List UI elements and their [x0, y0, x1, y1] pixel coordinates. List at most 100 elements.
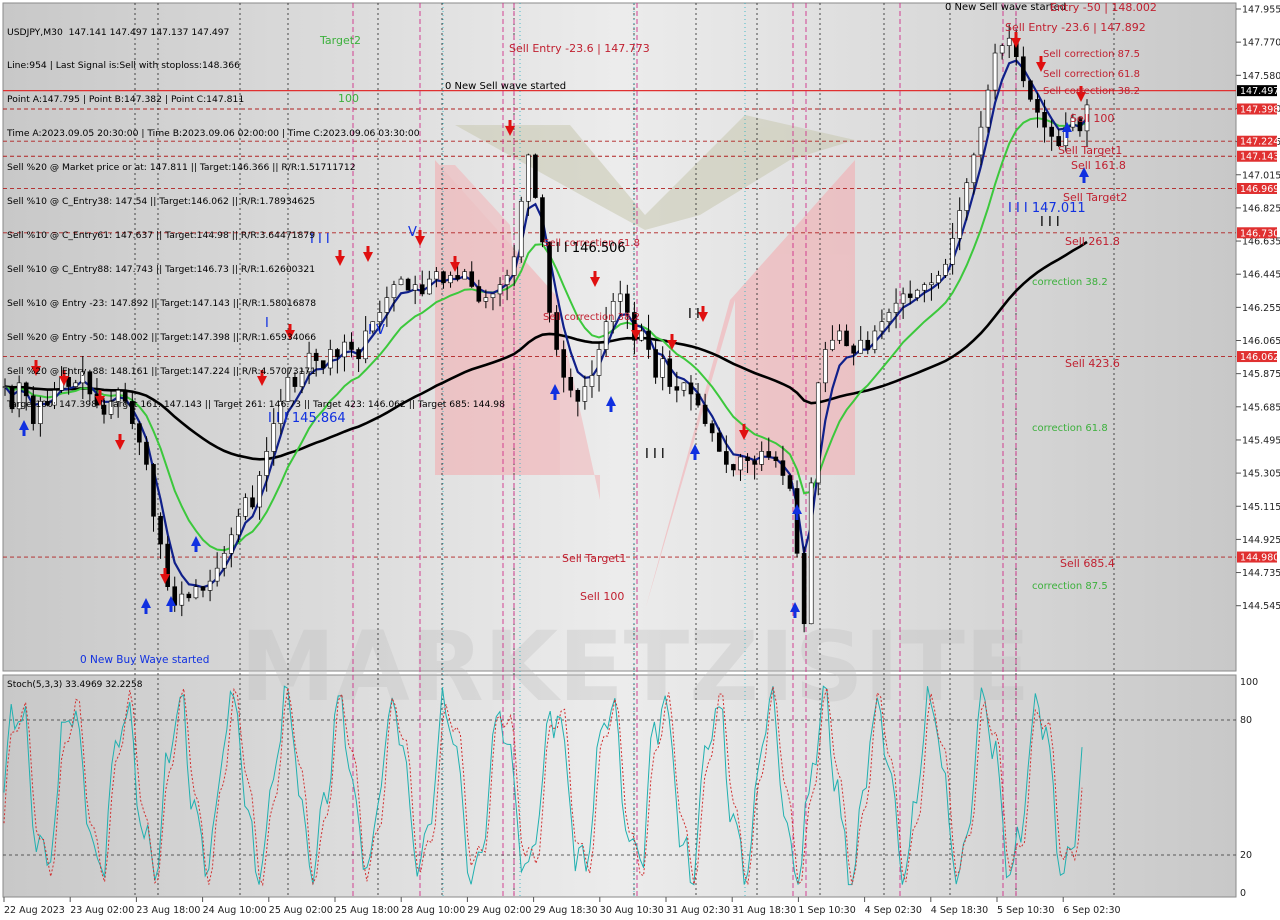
candle-body	[200, 586, 206, 591]
x-tick-label: 6 Sep 02:30	[1063, 905, 1120, 916]
info-line: Sell %10 @ Entry -23: 147.892 || Target:…	[7, 297, 317, 309]
candle-body	[257, 475, 262, 508]
candle-body	[914, 289, 920, 298]
x-tick-label: 31 Aug 02:30	[666, 905, 730, 916]
candle-body	[653, 349, 658, 378]
candle-body	[851, 345, 856, 354]
candle-body	[639, 330, 644, 341]
candle-body	[964, 182, 970, 211]
chart-annotation: Sell 161.8	[1071, 159, 1126, 172]
candle-body	[943, 263, 948, 276]
stoch-tick-label: 100	[1240, 677, 1258, 688]
chart-annotation: 0 New Buy Wave started	[80, 654, 209, 666]
candle-body	[674, 386, 680, 391]
info-line: Sell %10 @ C_Entry38: 147.54 || Target:1…	[7, 196, 316, 208]
candle-body	[936, 275, 941, 284]
candle-body	[660, 358, 665, 378]
chart-annotation: Sell 423.6	[1065, 357, 1120, 370]
chart-annotation: I I I	[645, 447, 665, 462]
candle-body	[999, 45, 1005, 54]
x-tick-label: 25 Aug 02:00	[269, 905, 333, 916]
candle-body	[893, 302, 899, 313]
chart-annotation: Entry -50 | 148.002	[1050, 1, 1157, 14]
candle-body	[900, 293, 906, 304]
price-tag-label: 147.398	[1240, 104, 1279, 115]
candle-body	[865, 339, 871, 350]
chart-annotation: Sell Target1	[562, 552, 626, 565]
candle-body	[716, 432, 722, 452]
candle-body	[229, 534, 234, 554]
candle-body	[186, 593, 192, 599]
y-tick-label: 144.925	[1242, 535, 1280, 546]
candle-body	[922, 284, 927, 291]
chart-annotation: Sell 685.4	[1060, 557, 1115, 570]
y-tick-label: 146.255	[1242, 303, 1280, 314]
info-line: Sell %20 @ Entry -50: 148.002 || Target:…	[7, 331, 317, 343]
info-panel: USDJPY,M30 147.141 147.497 147.137 147.4…	[7, 4, 505, 422]
chart-annotation: Stoch(5,3,3) 33.4969 32.2258	[7, 680, 143, 690]
price-tag-label: 146.730	[1240, 228, 1279, 239]
candle-body	[872, 330, 878, 350]
candle-body	[929, 282, 934, 285]
svg-text:MARKETZISITE: MARKETZISITE	[240, 611, 1030, 723]
candle-body	[589, 375, 595, 387]
price-tag-label: 146.969	[1240, 184, 1279, 195]
chart-annotation: Sell correction 38.2	[543, 312, 640, 323]
info-line: Sell %10 @ C_Entry61: 147.637 || Target:…	[7, 229, 316, 241]
candle-body	[533, 154, 538, 198]
candle-body	[214, 567, 220, 582]
chart-annotation: Sell Entry -23.6 | 147.773	[509, 42, 650, 55]
candle-body	[731, 464, 736, 471]
candle-body	[752, 460, 757, 465]
candle-body	[879, 321, 885, 332]
candle-body	[971, 154, 977, 184]
candle-body	[808, 482, 814, 625]
chart-annotation: Sell 261.8	[1065, 235, 1120, 248]
chart-annotation: Sell 100	[1070, 112, 1114, 125]
price-tag-label: 144.980	[1240, 553, 1279, 564]
chart-annotation: Sell correction 61.8	[1043, 69, 1140, 80]
x-tick-label: 4 Sep 18:30	[931, 905, 988, 916]
candle-body	[193, 586, 199, 599]
price-tag-label: 146.062	[1240, 352, 1279, 363]
candle-body	[603, 321, 609, 350]
candle-body	[858, 339, 863, 354]
candle-body	[207, 580, 213, 591]
y-tick-label: 147.015	[1242, 170, 1280, 181]
candle-body	[830, 339, 835, 350]
y-tick-label: 145.685	[1242, 402, 1280, 413]
candle-body	[992, 52, 998, 91]
candle-body	[617, 293, 623, 302]
candle-body	[243, 497, 248, 517]
chart-annotation: Sell correction 87.5	[1043, 49, 1140, 60]
y-tick-label: 145.305	[1242, 469, 1280, 480]
candle-body	[815, 382, 821, 484]
x-tick-label: 1 Sep 10:30	[798, 905, 855, 916]
candle-body	[1035, 99, 1040, 113]
candle-body	[625, 293, 630, 313]
candle-body	[709, 423, 715, 434]
info-line: Sell %20 @ Market price or at: 147.811 |…	[7, 162, 356, 174]
candle-body	[766, 451, 772, 458]
chart-annotation: I I I 147.011	[1008, 201, 1086, 216]
candle-body	[158, 515, 163, 545]
candle-body	[1006, 37, 1012, 46]
chart-annotation: Sell Target1	[1058, 144, 1122, 157]
candle-body	[773, 456, 779, 461]
candle-body	[978, 126, 984, 156]
info-line: Sell %10 @ C_Entry88: 147.743 || Target:…	[7, 263, 316, 275]
y-tick-label: 147.955	[1242, 5, 1280, 16]
candle-body	[1028, 80, 1033, 100]
candle-body	[681, 382, 687, 391]
candle-body	[738, 456, 743, 471]
chart-annotation: correction 38.2	[1032, 277, 1108, 288]
candle-body	[137, 423, 142, 443]
chart-annotation: correction 87.5	[1032, 581, 1108, 592]
y-tick-label: 144.545	[1242, 601, 1280, 612]
candle-body	[759, 451, 764, 465]
y-tick-label: 147.770	[1242, 38, 1280, 49]
y-tick-label: 145.495	[1242, 435, 1280, 446]
candle-body	[950, 238, 955, 265]
price-tag-label: 147.497	[1240, 86, 1279, 97]
chart-annotation: correction 61.8	[1032, 423, 1108, 434]
